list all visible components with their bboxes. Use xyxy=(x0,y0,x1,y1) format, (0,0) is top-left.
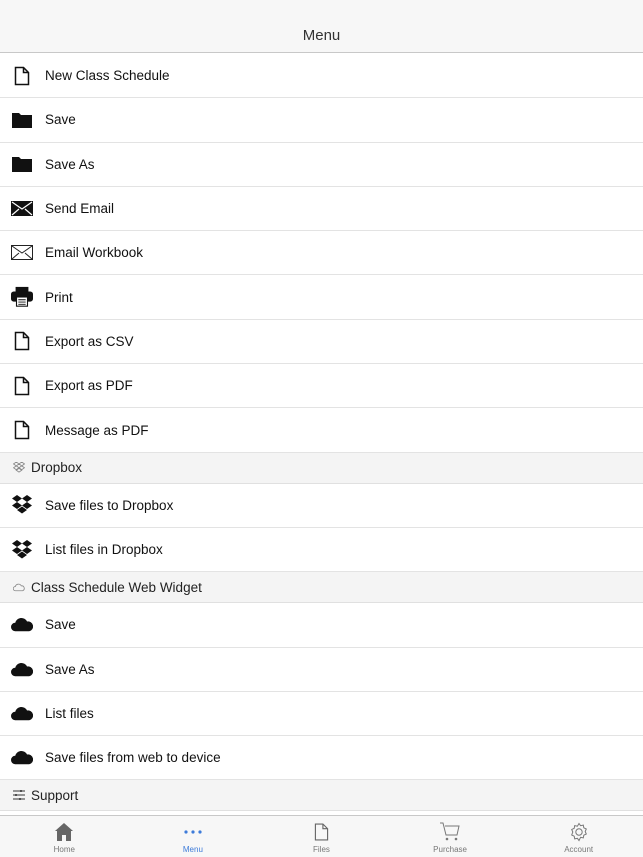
menu-item-email-workbook[interactable]: Email Workbook xyxy=(0,231,643,276)
cart-icon xyxy=(439,820,461,844)
menu-item-label: Save As xyxy=(45,156,95,172)
menu-item-export-csv[interactable]: Export as CSV xyxy=(0,319,643,365)
sliders-icon xyxy=(13,789,25,801)
document-icon xyxy=(11,375,33,397)
home-icon xyxy=(54,820,74,844)
envelope-outline-icon xyxy=(11,242,33,264)
cloud-icon xyxy=(11,747,33,769)
menu-item-label: Export as PDF xyxy=(45,378,133,394)
tab-purchase[interactable]: Purchase xyxy=(386,816,515,857)
dropbox-icon xyxy=(13,462,25,474)
nav-bar: Menu xyxy=(0,0,643,53)
menu-item-message-pdf[interactable]: Message as PDF xyxy=(0,408,643,453)
tab-label: Files xyxy=(313,845,330,854)
tab-label: Account xyxy=(564,845,594,854)
tab-home[interactable]: Home xyxy=(0,816,129,857)
menu-item-label: Save xyxy=(45,617,76,633)
menu-item-label: Email Workbook xyxy=(45,245,144,261)
section-title: Support xyxy=(31,787,79,803)
menu-item-save[interactable]: Save xyxy=(0,98,643,143)
menu-list: New Class Schedule Save Save As Send Ema… xyxy=(0,54,643,812)
section-header-dropbox: Dropbox xyxy=(0,452,643,484)
menu-item-label: Save xyxy=(45,112,76,128)
menu-item-web-list-files[interactable]: List files xyxy=(0,691,643,737)
menu-item-label: List files in Dropbox xyxy=(45,542,163,558)
tab-label: Menu xyxy=(182,845,203,854)
tab-menu[interactable]: Menu xyxy=(129,816,258,857)
envelope-filled-icon xyxy=(11,198,33,220)
cloud-outline-icon xyxy=(13,581,25,593)
tab-label: Home xyxy=(53,845,75,854)
menu-item-label: Send Email xyxy=(45,201,115,217)
menu-item-send-email[interactable]: Send Email xyxy=(0,186,643,232)
page-title: Menu xyxy=(302,27,341,44)
menu-item-web-save[interactable]: Save xyxy=(0,603,643,648)
menu-item-label: Save files from web to device xyxy=(45,750,221,766)
menu-item-save-as[interactable]: Save As xyxy=(0,142,643,187)
menu-item-label: List files xyxy=(45,706,94,721)
folder-icon xyxy=(11,109,33,131)
menu-item-label: New Class Schedule xyxy=(45,68,170,84)
tab-account[interactable]: Account xyxy=(514,816,643,857)
menu-item-list-dropbox[interactable]: List files in Dropbox xyxy=(0,527,643,573)
section-header-web-widget: Class Schedule Web Widget xyxy=(0,572,643,604)
tab-label: Purchase xyxy=(433,845,467,854)
more-dots-icon xyxy=(183,820,203,844)
dropbox-icon xyxy=(11,539,33,561)
menu-item-label: Export as CSV xyxy=(45,333,134,349)
tab-bar: Home Menu Files Purchase Account xyxy=(0,815,643,857)
document-icon xyxy=(11,65,33,87)
cloud-icon xyxy=(11,614,33,636)
gear-icon xyxy=(569,820,589,844)
menu-item-export-pdf[interactable]: Export as PDF xyxy=(0,364,643,409)
menu-item-label: Save files to Dropbox xyxy=(45,497,174,513)
menu-item-print[interactable]: Print xyxy=(0,275,643,320)
menu-item-save-to-dropbox[interactable]: Save files to Dropbox xyxy=(0,483,643,528)
dropbox-icon xyxy=(11,494,33,516)
cloud-icon xyxy=(11,658,33,680)
menu-item-label: Print xyxy=(45,289,73,305)
cloud-icon xyxy=(11,703,33,725)
tab-files[interactable]: Files xyxy=(257,816,386,857)
section-title: Dropbox xyxy=(31,460,83,476)
menu-item-label: Save As xyxy=(45,661,95,677)
folder-icon xyxy=(11,153,33,175)
section-header-support: Support xyxy=(0,780,643,812)
document-icon xyxy=(11,419,33,441)
menu-item-web-save-to-device[interactable]: Save files from web to device xyxy=(0,736,643,781)
printer-icon xyxy=(11,286,33,308)
menu-item-new-class-schedule[interactable]: New Class Schedule xyxy=(0,54,643,99)
document-icon xyxy=(314,820,329,844)
menu-item-label: Message as PDF xyxy=(45,422,149,438)
section-title: Class Schedule Web Widget xyxy=(31,579,202,595)
document-icon xyxy=(11,330,33,352)
menu-item-web-save-as[interactable]: Save As xyxy=(0,647,643,692)
